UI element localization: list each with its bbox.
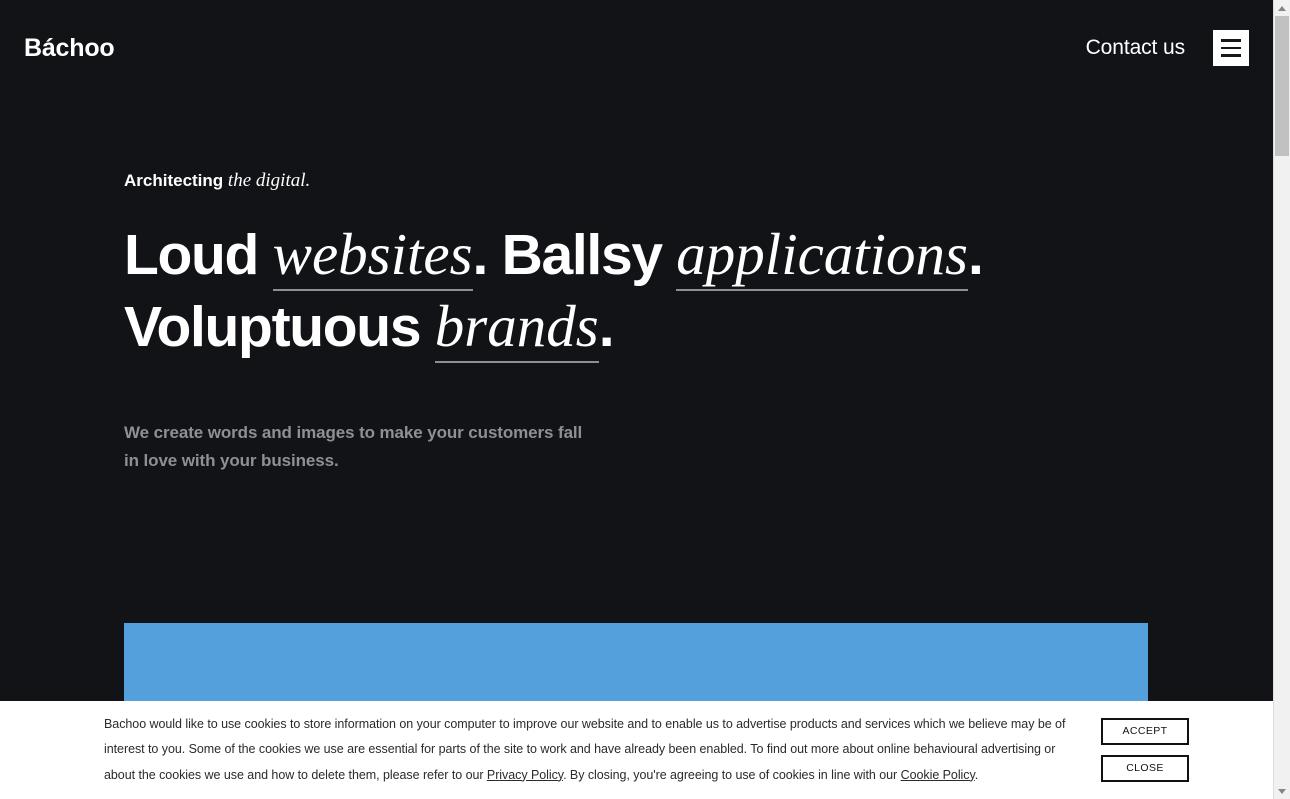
privacy-policy-link[interactable]: Privacy Policy	[487, 768, 563, 782]
site-logo[interactable]: Báchoo	[24, 35, 115, 61]
cookie-policy-link[interactable]: Cookie Policy	[901, 768, 975, 782]
page-title: Loud websites. Ballsy applications. Volu…	[124, 219, 1174, 363]
scroll-down-triangle	[1278, 788, 1286, 794]
contact-us-link[interactable]: Contact us	[1086, 36, 1185, 60]
menu-bar-3	[1221, 54, 1241, 57]
headline-text-5: .	[598, 294, 615, 359]
cookie-banner-actions: ACCEPT CLOSE	[1101, 718, 1189, 782]
headline-text-2: . Ballsy	[472, 222, 677, 287]
hero-eyebrow: Architecting the digital.	[124, 170, 1174, 193]
header-nav: Contact us	[1086, 30, 1249, 66]
vertical-scrollbar[interactable]	[1273, 0, 1290, 799]
eyebrow-italic-text: the digital.	[227, 170, 311, 191]
headline-text-3: .	[968, 222, 984, 287]
hero-subcopy: We create words and images to make your …	[124, 422, 583, 470]
headline-italic-brands: brands	[434, 292, 599, 363]
menu-bar-2	[1221, 46, 1241, 50]
site-header: Báchoo Contact us	[0, 0, 1273, 96]
scroll-up-arrow-icon[interactable]	[1274, 0, 1290, 16]
headline-italic-websites: websites	[272, 220, 473, 291]
headline-text-1: Loud	[124, 222, 273, 287]
headline-text-4: Voluptuous	[124, 294, 435, 359]
page-viewport: Báchoo Contact us Architecting the digit…	[0, 0, 1273, 799]
scroll-down-arrow-icon[interactable]	[1274, 783, 1290, 799]
scroll-up-triangle	[1278, 5, 1286, 11]
scrollbar-thumb[interactable]	[1275, 16, 1289, 156]
cookie-consent-banner: Bachoo would like to use cookies to stor…	[0, 701, 1273, 799]
eyebrow-bold-text: Architecting	[124, 171, 224, 190]
accept-button[interactable]: ACCEPT	[1101, 718, 1189, 745]
headline-italic-applications: applications	[676, 220, 969, 291]
close-button[interactable]: CLOSE	[1101, 755, 1189, 782]
menu-bar-1	[1221, 39, 1241, 42]
cookie-text-part-2: . By closing, you're agreeing to use of …	[563, 767, 901, 782]
hero-section: Architecting the digital. Loud websites.…	[124, 170, 1174, 475]
cookie-text-part-3: .	[974, 767, 979, 782]
hamburger-menu-icon[interactable]	[1213, 30, 1249, 66]
cookie-banner-text: Bachoo would like to use cookies to stor…	[104, 712, 1079, 788]
